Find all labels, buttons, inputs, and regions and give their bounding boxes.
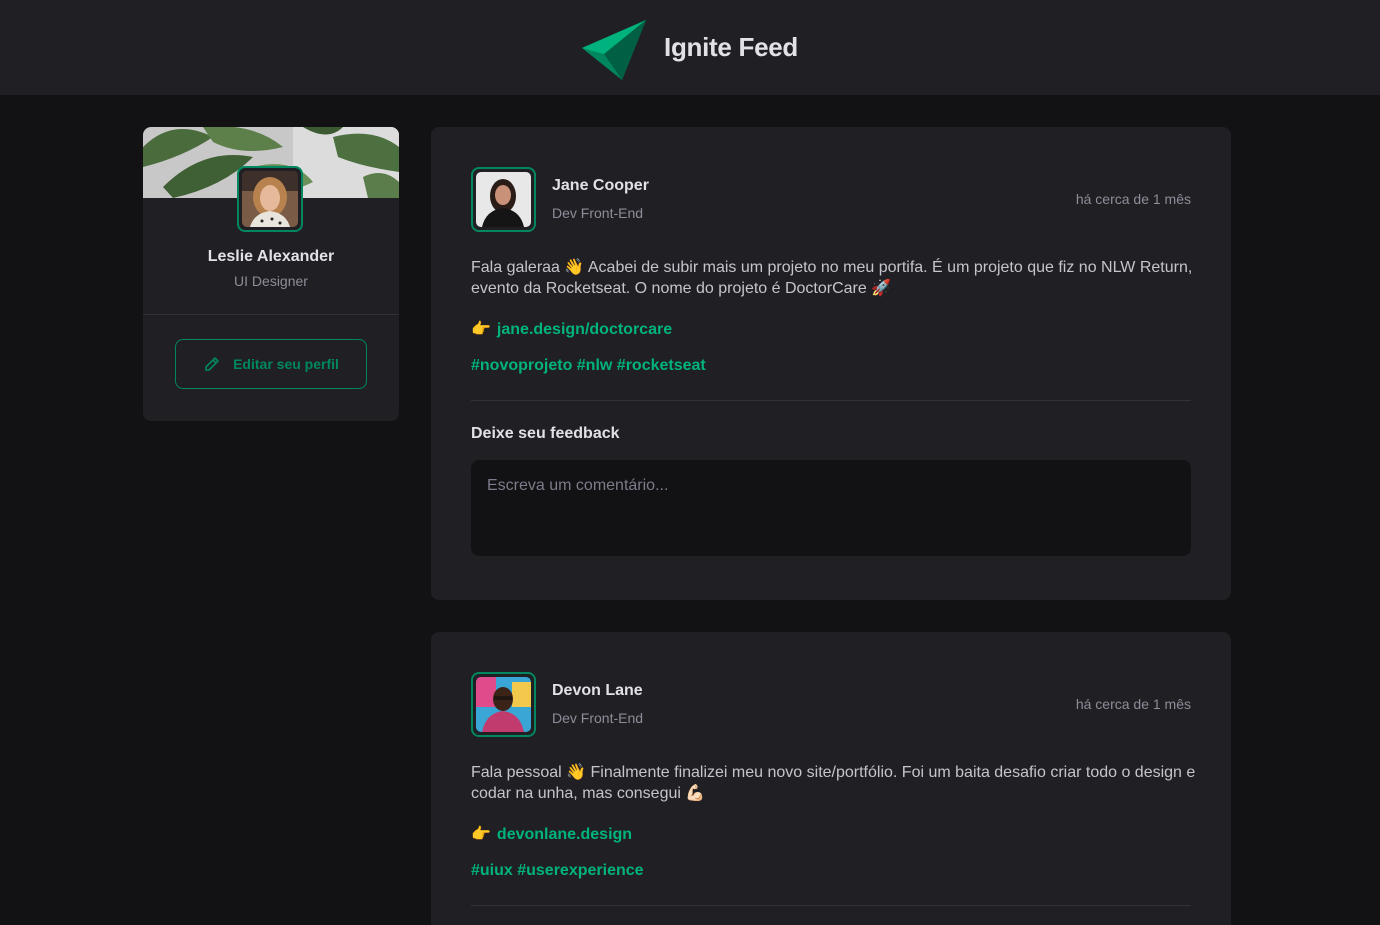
feedback-title: Deixe seu feedback <box>471 425 620 442</box>
profile-divider <box>143 314 399 315</box>
post-divider <box>471 905 1191 906</box>
post-author-avatar[interactable] <box>471 167 536 232</box>
post-timestamp: há cerca de 1 mês <box>1075 191 1191 207</box>
post-author-role: Dev Front-End <box>552 710 644 726</box>
post-card: Jane Cooper Dev Front-End há cerca de 1 … <box>431 127 1231 600</box>
comment-input[interactable] <box>471 460 1191 556</box>
post-author-avatar[interactable] <box>471 672 536 737</box>
pointing-hand-icon: 👉 <box>471 826 491 843</box>
app-title: Ignite Feed <box>664 32 798 62</box>
profile-name: Leslie Alexander <box>207 248 335 265</box>
edit-profile-button[interactable]: Editar seu perfil <box>175 339 367 389</box>
post-link-row: 👉 jane.design/doctorcare <box>471 319 672 339</box>
ignite-logo-icon <box>582 19 647 80</box>
post-link[interactable]: jane.design/doctorcare <box>497 321 672 338</box>
post-link-row: 👉 devonlane.design <box>471 824 632 844</box>
post-hashtags[interactable]: #uiux #userexperience <box>471 862 644 880</box>
post-author-name[interactable]: Jane Cooper <box>552 177 649 195</box>
edit-profile-label: Editar seu perfil <box>233 356 339 372</box>
pointing-hand-icon: 👉 <box>471 321 491 338</box>
profile-avatar[interactable] <box>237 166 303 232</box>
post-content: Fala galeraa 👋 Acabei de subir mais um p… <box>471 259 1193 297</box>
post-author-role: Dev Front-End <box>552 205 644 221</box>
post-card: Devon Lane Dev Front-End há cerca de 1 m… <box>431 632 1231 925</box>
post-content: Fala pessoal 👋 Finalmente finalizei meu … <box>471 764 1196 802</box>
profile-role: UI Designer <box>234 273 308 289</box>
pencil-icon <box>205 357 219 371</box>
post-author-name[interactable]: Devon Lane <box>552 682 643 700</box>
post-divider <box>471 400 1191 401</box>
app-header: Ignite Feed <box>0 0 1380 95</box>
post-hashtags[interactable]: #novoprojeto #nlw #rocketseat <box>471 357 706 375</box>
post-timestamp: há cerca de 1 mês <box>1075 696 1191 712</box>
profile-sidebar: Leslie Alexander UI Designer Editar seu … <box>143 127 399 421</box>
post-link[interactable]: devonlane.design <box>497 826 632 843</box>
